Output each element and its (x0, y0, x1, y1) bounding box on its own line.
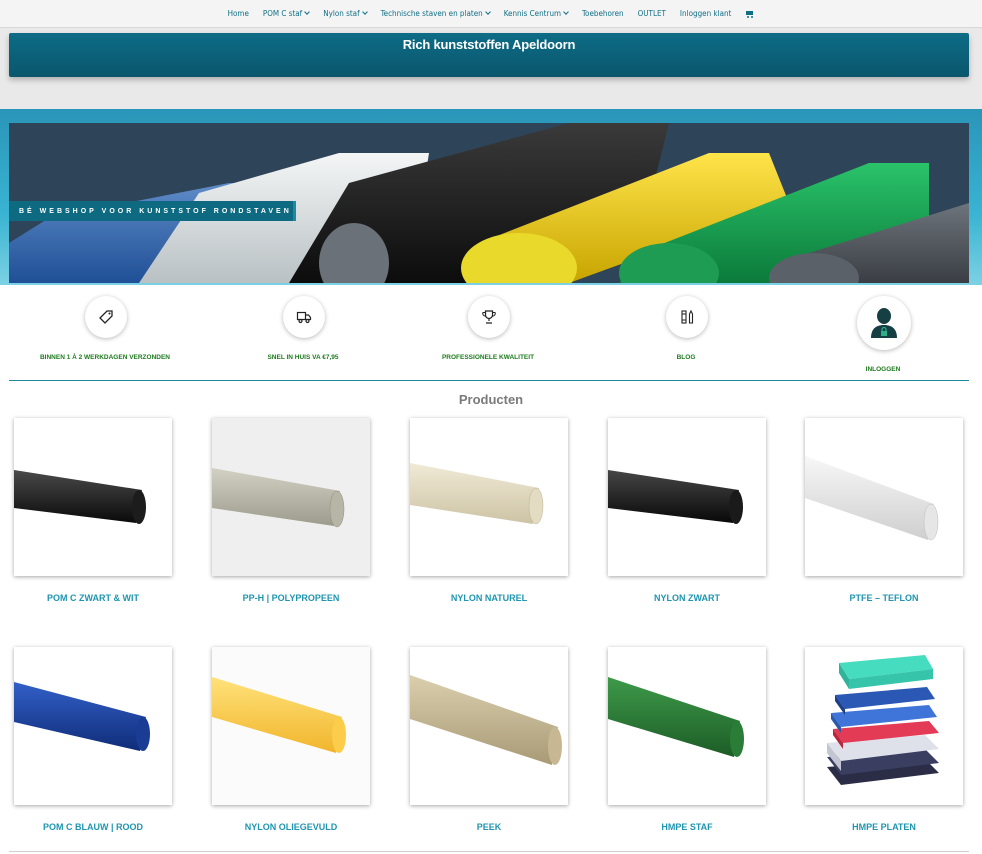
product-hmpe-platen[interactable]: HMPE PLATEN (805, 647, 963, 832)
top-navigation: Home POM C staf Nylon staf Technische st… (0, 0, 982, 28)
hero-caption: BÉ WEBSHOP VOOR KUNSTSTOF RONDSTAVEN (9, 201, 296, 221)
product-rod-image (212, 677, 346, 753)
product-image[interactable] (14, 418, 172, 576)
tag-icon (99, 310, 113, 324)
feature-login-button[interactable] (857, 296, 911, 350)
product-image[interactable] (212, 647, 370, 805)
product-name[interactable]: PP-H | POLYPROPEEN (212, 593, 370, 603)
feature-blog-label[interactable]: BLOG (590, 354, 782, 361)
product-image[interactable] (212, 418, 370, 576)
features-row: BINNEN 1 À 2 WERKDAGEN VERZONDEN SNEL IN… (9, 296, 969, 380)
product-nylon-oliegevuld[interactable]: NYLON OLIEGEVULD (212, 647, 370, 832)
product-pom-c-zwart-wit[interactable]: POM C ZWART & WIT (14, 418, 172, 603)
chevron-down-icon (484, 9, 491, 15)
feature-blog-button[interactable] (666, 296, 708, 338)
feature-quality-button[interactable] (468, 296, 510, 338)
product-image[interactable] (805, 647, 963, 805)
nav-kennis-centrum[interactable]: Kennis Centrum (503, 9, 569, 18)
product-name[interactable]: POM C ZWART & WIT (14, 593, 172, 603)
product-peek[interactable]: PEEK (410, 647, 568, 832)
product-pom-c-blauw-rood[interactable]: POM C BLAUW | ROOD (14, 647, 172, 832)
truck-icon (296, 311, 312, 324)
nav-label: Toebehoren (582, 9, 624, 18)
product-name[interactable]: HMPE PLATEN (805, 822, 963, 832)
nav-label: OUTLET (637, 9, 666, 18)
product-plates-image (827, 655, 939, 785)
product-name[interactable]: NYLON OLIEGEVULD (212, 822, 370, 832)
product-nylon-zwart[interactable]: NYLON ZWART (608, 418, 766, 603)
product-rod-image (14, 470, 146, 524)
product-nylon-naturel[interactable]: NYLON NATUREL (410, 418, 568, 603)
nav-label: Home (227, 9, 249, 18)
nav-nylon-staf[interactable]: Nylon staf (323, 9, 368, 18)
nav-toebehoren[interactable]: Toebehoren (582, 9, 624, 18)
site-title: Rich kunststoffen Apeldoorn (402, 37, 576, 52)
product-rod-image (14, 682, 150, 751)
nav-label: Technische staven en platen (380, 9, 483, 18)
blog-icon (681, 309, 694, 324)
features-divider (9, 380, 969, 381)
product-name[interactable]: NYLON NATUREL (410, 593, 568, 603)
feature-quality-label[interactable]: PROFESSIONELE KWALITEIT (392, 354, 584, 361)
cart-button[interactable] (745, 10, 754, 18)
nav-label: Inloggen klant (679, 9, 732, 18)
nav-technische-staven[interactable]: Technische staven en platen (380, 9, 491, 18)
feature-shipping-button[interactable] (85, 296, 127, 338)
feature-login-label[interactable]: INLOGGEN (787, 366, 979, 373)
nav-label: POM C staf (262, 9, 303, 18)
product-name[interactable]: PEEK (410, 822, 568, 832)
shopping-cart-icon (745, 10, 754, 18)
feature-delivery-button[interactable] (283, 296, 325, 338)
product-image[interactable] (805, 418, 963, 576)
chevron-down-icon (563, 9, 569, 15)
trophy-icon (482, 310, 496, 324)
product-rod-image (212, 468, 345, 528)
product-rod-image (410, 675, 562, 765)
product-name[interactable]: NYLON ZWART (608, 593, 766, 603)
chevron-down-icon (304, 9, 311, 15)
nav-outlet[interactable]: OUTLET (638, 9, 666, 18)
nav-inloggen-klant[interactable]: Inloggen klant (680, 9, 731, 18)
product-image[interactable] (410, 647, 568, 805)
product-rod-image (608, 470, 743, 524)
feature-shipping-label[interactable]: BINNEN 1 À 2 WERKDAGEN VERZONDEN (9, 354, 201, 361)
nav-home[interactable]: Home (228, 9, 249, 18)
product-hmpe-staf[interactable]: HMPE STAF (608, 647, 766, 832)
bottom-divider (9, 851, 969, 852)
product-ptfe-teflon[interactable]: PTFE – TEFLON (805, 418, 963, 603)
nav-label: Nylon staf (323, 9, 360, 18)
product-image[interactable] (608, 418, 766, 576)
product-image[interactable] (608, 647, 766, 805)
nav-pom-c-staf[interactable]: POM C staf (262, 9, 311, 18)
product-image[interactable] (14, 647, 172, 805)
feature-delivery-label[interactable]: SNEL IN HUIS VA €7,95 (207, 354, 399, 361)
product-rod-image (410, 463, 544, 525)
product-name[interactable]: POM C BLAUW | ROOD (14, 822, 172, 832)
products-title: Producten (458, 392, 524, 407)
hero-caption-text: BÉ WEBSHOP VOOR KUNSTSTOF RONDSTAVEN (19, 207, 292, 215)
product-image[interactable] (410, 418, 568, 576)
hero-banner: BÉ WEBSHOP VOOR KUNSTSTOF RONDSTAVEN (9, 123, 969, 283)
chevron-down-icon (361, 9, 368, 15)
product-name[interactable]: HMPE STAF (608, 822, 766, 832)
product-rod-image (805, 456, 939, 541)
product-pp-h-polypropeen[interactable]: PP-H | POLYPROPEEN (212, 418, 370, 603)
product-name[interactable]: PTFE – TEFLON (805, 593, 963, 603)
header-bar: Rich kunststoffen Apeldoorn (9, 33, 969, 77)
user-lock-icon (871, 308, 897, 338)
product-rod-image (608, 677, 744, 757)
nav-label: Kennis Centrum (503, 9, 562, 18)
